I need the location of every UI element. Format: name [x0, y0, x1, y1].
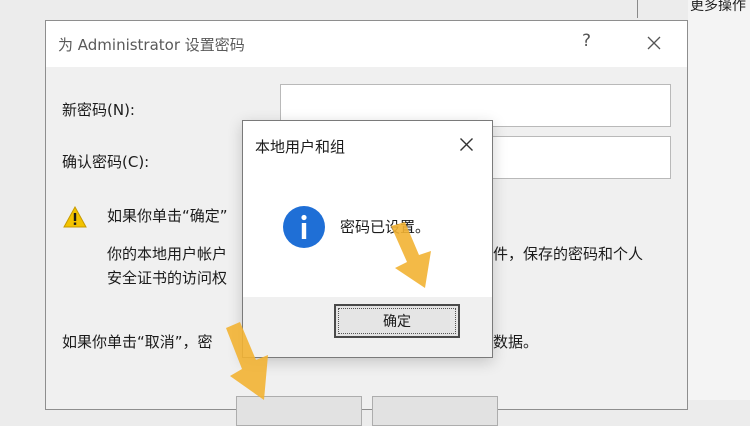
close-icon[interactable] [459, 137, 474, 152]
annotation-arrow [391, 222, 431, 288]
annotation-arrow [226, 322, 268, 400]
confirm-password-field[interactable] [490, 136, 671, 179]
ok-button[interactable]: 确定 [334, 304, 460, 338]
message-box-title: 本地用户和组 [255, 138, 346, 156]
warning-text-line1: 如果你单击“确定” [107, 207, 228, 225]
warning-text-line2: 你的本地用户帐户 [107, 245, 228, 263]
cancel-note-text-right: 数据。 [493, 333, 539, 351]
window-edge-line [637, 0, 638, 18]
background-window-edge [688, 0, 750, 400]
set-password-title: 为 Administrator 设置密码 [58, 36, 245, 54]
cancel-note-text: 如果你单击“取消”，密 [62, 333, 213, 351]
cancel-button-background[interactable] [372, 396, 498, 426]
warning-text-line2-right: 件，保存的密码和个人 [493, 245, 644, 263]
warning-text-line3: 安全证书的访问权 [107, 269, 228, 287]
ok-button-background[interactable] [236, 396, 362, 426]
close-icon[interactable] [646, 35, 662, 51]
help-button[interactable]: ? [582, 31, 591, 51]
new-password-label: 新密码(N): [62, 101, 135, 119]
warning-icon [63, 206, 87, 228]
confirm-password-label: 确认密码(C): [62, 153, 150, 171]
more-actions-link[interactable]: 更多操作 [690, 0, 746, 15]
message-box-body: 本地用户和组 密码已设置。 [243, 121, 492, 297]
set-password-titlebar: 为 Administrator 设置密码 ? [46, 21, 687, 67]
info-icon [283, 206, 325, 248]
